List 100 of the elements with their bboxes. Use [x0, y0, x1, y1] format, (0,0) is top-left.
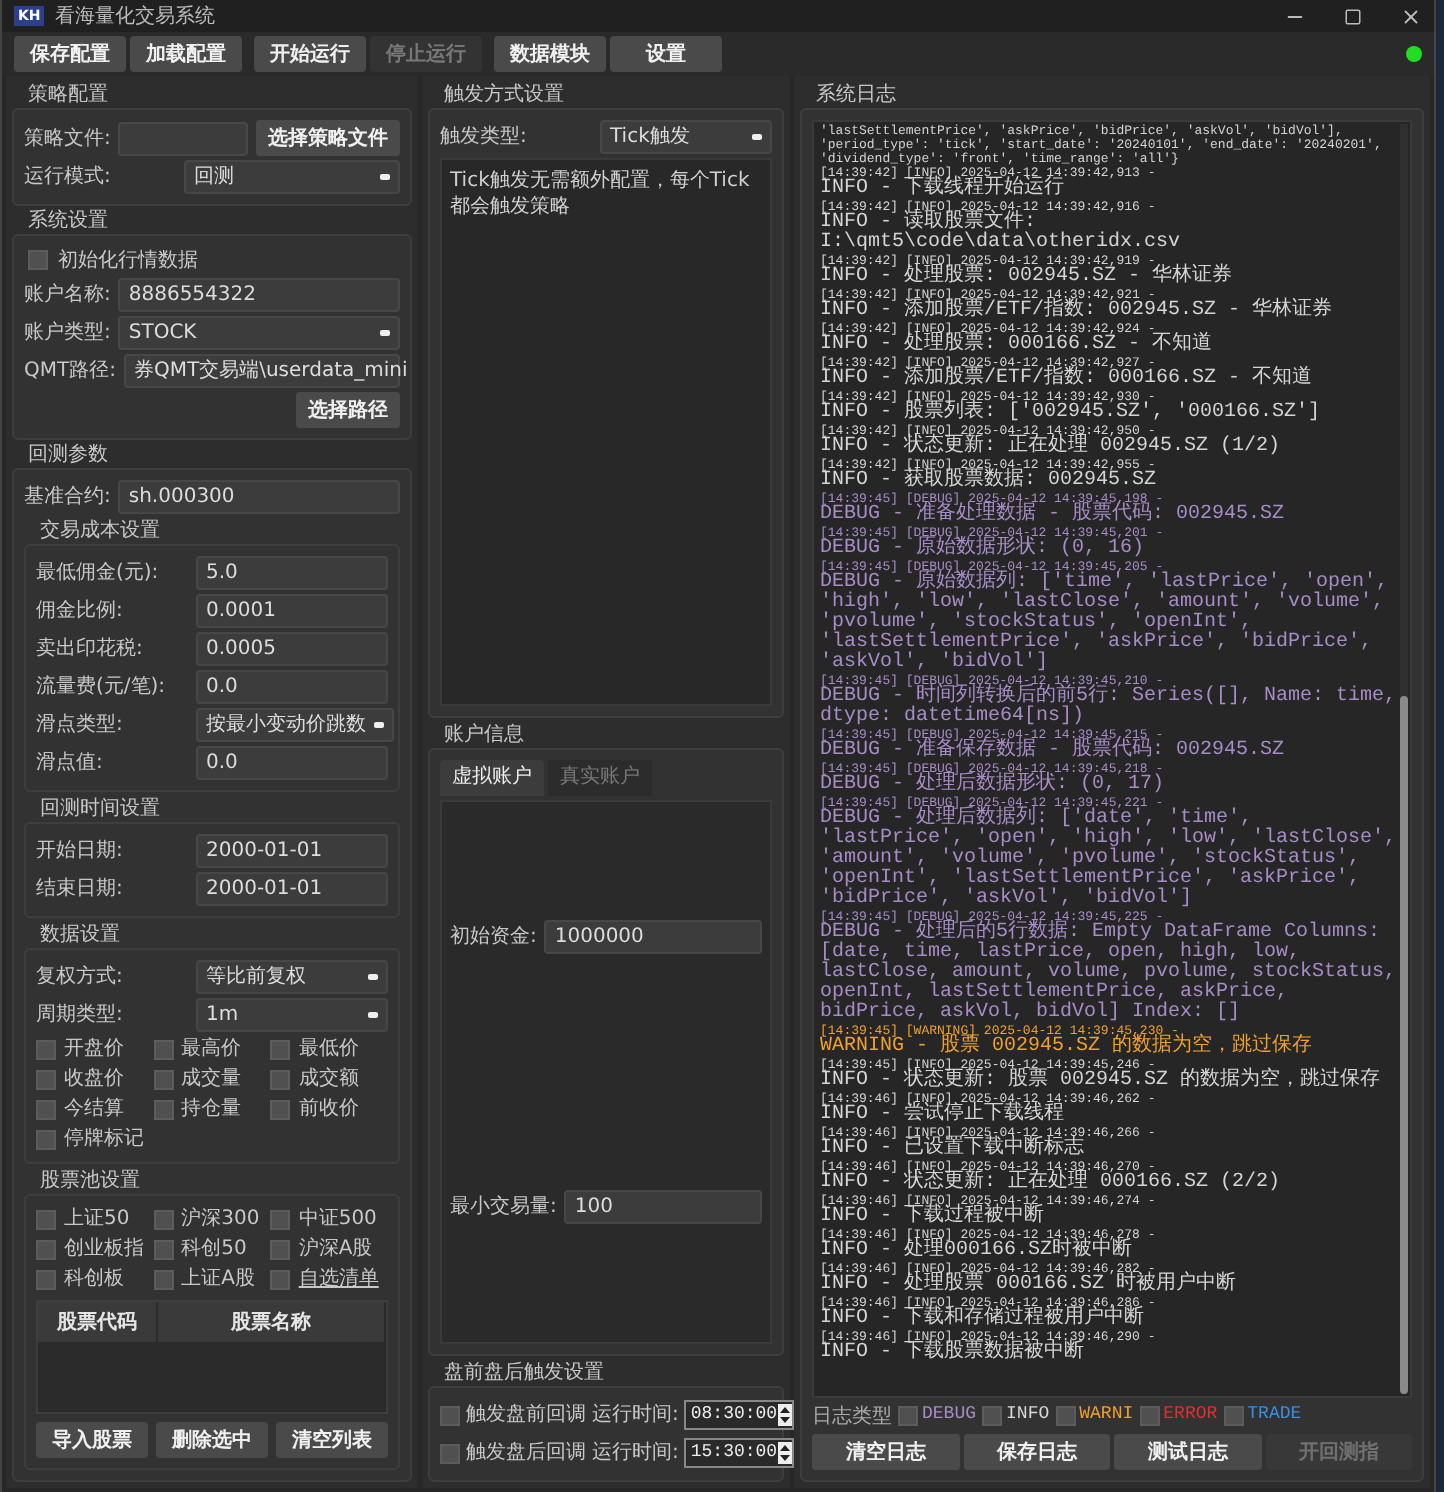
group-title: 系统设置	[26, 208, 110, 234]
button[interactable]: 清空日志	[812, 1434, 959, 1470]
field-label: 流量费(元/笔):	[36, 673, 168, 702]
checkbox[interactable]	[153, 1209, 174, 1229]
toolbar-button[interactable]: 开始运行	[254, 36, 366, 72]
input-field[interactable]: 2000-01-01	[196, 834, 388, 868]
maximize-icon[interactable]	[1344, 7, 1362, 25]
checkbox[interactable]	[270, 1239, 291, 1259]
log-message: DEBUG - 处理后的5行数据: Empty DataFrame Columns: [date, time, lastPrice, open, high, low, lastClose, amount, volume, pvolume, stockStatus, openInt, lastSettlementPrice, askPrice, bidPrice, askVol, bidVol] Index: []	[820, 924, 1398, 1024]
dropdown[interactable]: 1m	[196, 998, 388, 1032]
checkbox-label: 最低价	[298, 1036, 359, 1064]
checkbox[interactable]	[36, 1209, 56, 1229]
button[interactable]: 选择路径	[296, 392, 400, 428]
checkbox[interactable]	[440, 1443, 460, 1463]
dropdown[interactable]: STOCK	[118, 316, 400, 350]
checkbox[interactable]	[28, 250, 48, 270]
time-spinner[interactable]: 08:30:00	[684, 1400, 794, 1430]
checkbox[interactable]	[270, 1269, 291, 1289]
input-field[interactable]: 8886554322	[118, 278, 400, 312]
input-field[interactable]: 0.0	[196, 670, 388, 704]
input-field[interactable]: sh.000300	[118, 480, 400, 514]
tab[interactable]: 虚拟账户	[440, 759, 544, 795]
link[interactable]: 自选清单	[298, 1264, 379, 1294]
checkbox[interactable]	[270, 1099, 291, 1119]
checkbox[interactable]	[153, 1039, 174, 1059]
checkbox-label: 沪深300	[181, 1205, 260, 1234]
input-field[interactable]: 100	[564, 1189, 762, 1224]
log-message: DEBUG - 准备保存数据 - 股票代码: 002945.SZ	[820, 742, 1287, 762]
toolbar-button[interactable]: 设置	[610, 36, 722, 72]
checkbox[interactable]	[153, 1239, 174, 1259]
log-message: INFO - 股票列表: ['002945.SZ', '000166.SZ']	[820, 404, 1323, 424]
filter-option: DEBUG	[922, 1402, 977, 1430]
field-label: QMT路径:	[24, 358, 116, 386]
group-title: 回测参数	[26, 442, 110, 468]
field-label: 策略文件:	[24, 125, 111, 153]
checkbox[interactable]	[153, 1069, 174, 1089]
field-label: 结束日期:	[36, 875, 125, 904]
checkbox[interactable]	[270, 1209, 291, 1229]
filter-option: ERROR	[1163, 1402, 1218, 1430]
input-field[interactable]: 5.0	[196, 556, 388, 590]
checkbox[interactable]	[36, 1039, 56, 1059]
checkbox-label: 触发盘后回调	[466, 1439, 586, 1468]
field-label: 佣金比例:	[36, 597, 125, 626]
dropdown[interactable]: Tick触发	[600, 120, 772, 154]
dropdown[interactable]: 回测	[184, 160, 400, 194]
checkbox[interactable]	[36, 1129, 56, 1149]
checkbox[interactable]	[153, 1269, 174, 1289]
input-field[interactable]: 1000000	[544, 919, 762, 954]
button[interactable]: 删除选中	[156, 1422, 268, 1458]
scrollbar[interactable]	[1400, 124, 1408, 1394]
column-header[interactable]: 股票代码	[38, 1302, 158, 1342]
description-text: Tick触发无需额外配置，每个Tick都会触发策略	[450, 168, 752, 220]
checkbox[interactable]	[1139, 1406, 1160, 1426]
checkbox[interactable]	[36, 1069, 56, 1089]
checkbox[interactable]	[36, 1099, 56, 1119]
group-title: 交易成本设置	[38, 518, 162, 544]
toolbar-button[interactable]: 数据模块	[494, 36, 606, 72]
log-message: INFO - 处理股票: 002945.SZ - 华林证券	[820, 268, 1235, 288]
input-field[interactable]: 2000-01-01	[196, 872, 388, 906]
checkbox[interactable]	[1055, 1406, 1076, 1426]
checkbox[interactable]	[440, 1405, 460, 1425]
field-label: 初始资金:	[450, 923, 537, 952]
checkbox-label: 今结算	[64, 1095, 124, 1124]
filter-option: TRADE	[1247, 1402, 1302, 1430]
checkbox-label: 中证500	[298, 1205, 377, 1234]
log-message: DEBUG - 原始数据列: ['time', 'lastPrice', 'open', 'high', 'low', 'lastClose', 'amount', 'volume', 'pvolume', 'stockStatus', 'openInt', 'lastSettlementPrice', 'askPrice', 'bidPrice', 'askVol', 'bidVol']	[820, 574, 1391, 674]
button[interactable]: 保存日志	[963, 1434, 1110, 1470]
input-field[interactable]: 0.0001	[196, 594, 388, 628]
checkbox[interactable]	[36, 1239, 56, 1259]
close-icon[interactable]	[1400, 5, 1422, 27]
button[interactable]: 选择策略文件	[256, 120, 400, 156]
input-field[interactable]: 0.0005	[196, 632, 388, 666]
log-message: DEBUG - 原始数据形状: (0, 16)	[820, 540, 1145, 560]
toolbar-button[interactable]: 保存配置	[14, 36, 126, 72]
log-message: INFO - 下载线程开始运行	[820, 180, 1065, 200]
button[interactable]: 清空列表	[276, 1422, 388, 1458]
checkbox[interactable]	[1223, 1406, 1244, 1426]
group-title: 盘前盘后触发设置	[442, 1360, 606, 1386]
checkbox-label: 科创板	[64, 1265, 124, 1294]
checkbox[interactable]	[898, 1406, 918, 1426]
log-message: INFO - 处理股票: 000166.SZ - 不知道	[820, 336, 1215, 356]
toolbar-button[interactable]: 加载配置	[130, 36, 242, 72]
time-spinner[interactable]: 15:30:00	[684, 1438, 794, 1468]
checkbox[interactable]	[36, 1269, 56, 1289]
checkbox[interactable]	[982, 1406, 1003, 1426]
dropdown[interactable]: 按最小变动价跳数	[196, 708, 394, 742]
dropdown[interactable]: 等比前复权	[196, 960, 388, 994]
checkbox-label: 停牌标记	[64, 1125, 144, 1154]
filter-option: WARNI	[1079, 1402, 1134, 1430]
button[interactable]: 导入股票	[36, 1422, 148, 1458]
group-title: 数据设置	[38, 922, 122, 948]
checkbox[interactable]	[270, 1039, 291, 1059]
checkbox-label: 成交额	[298, 1065, 359, 1094]
button[interactable]: 测试日志	[1114, 1434, 1261, 1470]
field-label: 开始日期:	[36, 837, 125, 866]
checkbox[interactable]	[153, 1099, 174, 1119]
input-field[interactable]: 0.0	[196, 746, 388, 780]
log-message: INFO - 添加股票/ETF/指数: 000166.SZ - 不知道	[820, 370, 1315, 390]
checkbox[interactable]	[270, 1069, 291, 1089]
column-header[interactable]: 股票名称	[158, 1302, 386, 1342]
